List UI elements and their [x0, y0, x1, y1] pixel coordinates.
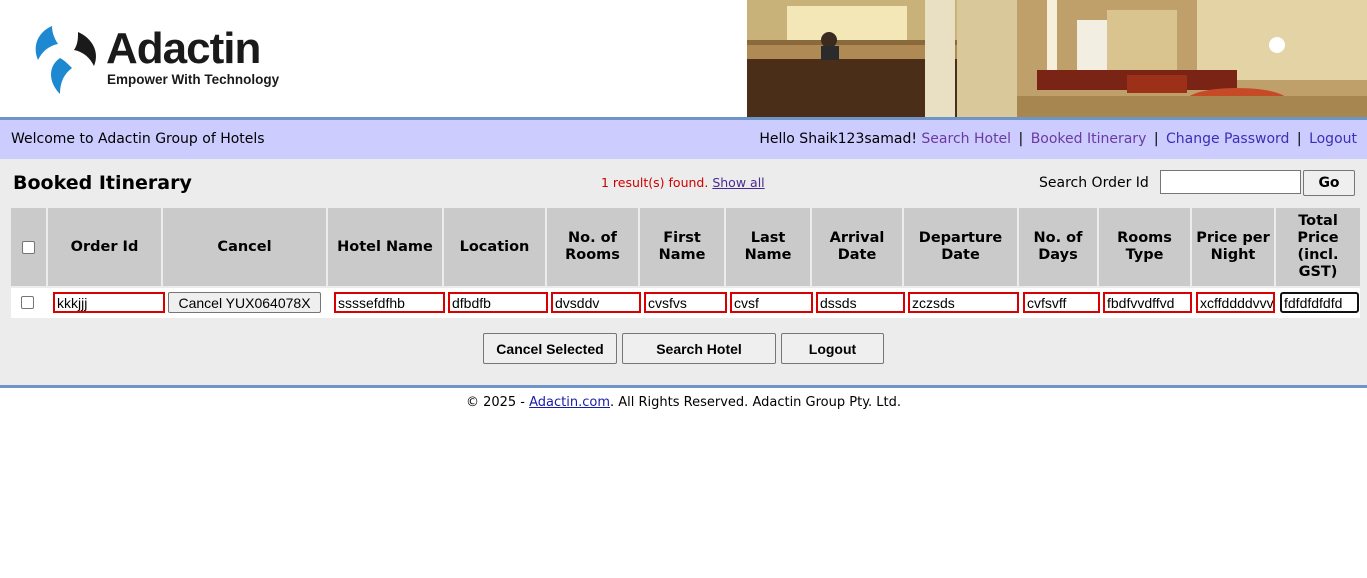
hotel-name-field[interactable]: ssssefdfhb — [334, 292, 445, 313]
footer: © 2025 - Adactin.com. All Rights Reserve… — [0, 395, 1367, 410]
search-hotel-link[interactable]: Search Hotel — [921, 131, 1011, 147]
rooms-field[interactable]: dvsddv — [551, 292, 641, 313]
welcome-bar: Welcome to Adactin Group of Hotels Hello… — [0, 120, 1367, 159]
user-nav: Hello Shaik123samad! Search Hotel | Book… — [759, 131, 1357, 147]
logo-wordmark: Adactin — [106, 24, 261, 73]
header-select-all — [11, 208, 46, 286]
header-first-name: First Name — [640, 208, 724, 286]
cancel-selected-button[interactable]: Cancel Selected — [483, 333, 617, 364]
search-order-input[interactable] — [1160, 170, 1301, 194]
nav-separator: | — [1296, 131, 1302, 147]
last-name-field[interactable]: cvsf — [730, 292, 813, 313]
adactin-link[interactable]: Adactin.com — [529, 395, 610, 410]
search-order-label: Search Order Id — [1039, 175, 1149, 191]
header-no-of-rooms: No. of Rooms — [547, 208, 638, 286]
change-password-link[interactable]: Change Password — [1166, 131, 1289, 147]
logo-tagline: Empower With Technology — [107, 72, 280, 87]
go-button[interactable]: Go — [1303, 170, 1355, 196]
booked-itinerary-panel: Booked Itinerary 1 result(s) found. Show… — [0, 159, 1367, 385]
adactin-logo: Adactin Empower With Technology — [30, 22, 300, 98]
welcome-text: Welcome to Adactin Group of Hotels — [11, 131, 265, 147]
total-price-field[interactable]: fdfdfdfdfd — [1280, 292, 1359, 313]
show-all-link[interactable]: Show all — [712, 175, 764, 190]
rooms-type-field[interactable]: fbdfvvdffvd — [1103, 292, 1192, 313]
results-count: 1 result(s) found. — [601, 175, 709, 190]
header-location: Location — [444, 208, 545, 286]
booked-itinerary-link[interactable]: Booked Itinerary — [1031, 131, 1147, 147]
arrival-date-field[interactable]: dssds — [816, 292, 905, 313]
cancel-booking-button[interactable]: Cancel YUX064078X — [168, 292, 321, 313]
days-field[interactable]: cvfsvff — [1023, 292, 1100, 313]
site-header: Adactin Empower With Technology — [0, 0, 1367, 118]
header-total-price: Total Price (incl. GST) — [1276, 208, 1360, 286]
user-greeting: Hello Shaik123samad! — [759, 131, 917, 147]
first-name-field[interactable]: cvsfvs — [644, 292, 727, 313]
header-arrival-date: Arrival Date — [812, 208, 902, 286]
price-per-night-field[interactable]: xcffddddvvv — [1196, 292, 1275, 313]
departure-date-field[interactable]: zczsds — [908, 292, 1019, 313]
logout-button[interactable]: Logout — [781, 333, 884, 364]
header-cancel: Cancel — [163, 208, 326, 286]
header-rooms-type: Rooms Type — [1099, 208, 1190, 286]
header-last-name: Last Name — [726, 208, 810, 286]
logo-swirl-icon — [35, 26, 97, 94]
header-hotel-name: Hotel Name — [328, 208, 442, 286]
hotel-lobby-image — [747, 0, 1367, 118]
nav-separator: | — [1018, 131, 1024, 147]
header-no-of-days: No. of Days — [1019, 208, 1097, 286]
header-departure-date: Departure Date — [904, 208, 1017, 286]
order-id-field[interactable]: kkkjjj — [53, 292, 165, 313]
select-all-checkbox[interactable] — [22, 240, 35, 254]
nav-separator: | — [1153, 131, 1159, 147]
footer-divider — [0, 385, 1367, 388]
row-select-checkbox[interactable] — [21, 296, 34, 309]
logout-link[interactable]: Logout — [1309, 131, 1357, 147]
results-summary: 1 result(s) found. Show all — [601, 175, 765, 190]
header-price-per-night: Price per Night — [1192, 208, 1274, 286]
footer-copyright: © 2025 - — [465, 395, 530, 410]
location-field[interactable]: dfbdfb — [448, 292, 548, 313]
footer-rights: . All Rights Reserved. Adactin Group Pty… — [610, 395, 902, 410]
header-order-id: Order Id — [48, 208, 161, 286]
search-hotel-button[interactable]: Search Hotel — [622, 333, 776, 364]
page-title: Booked Itinerary — [13, 172, 192, 194]
